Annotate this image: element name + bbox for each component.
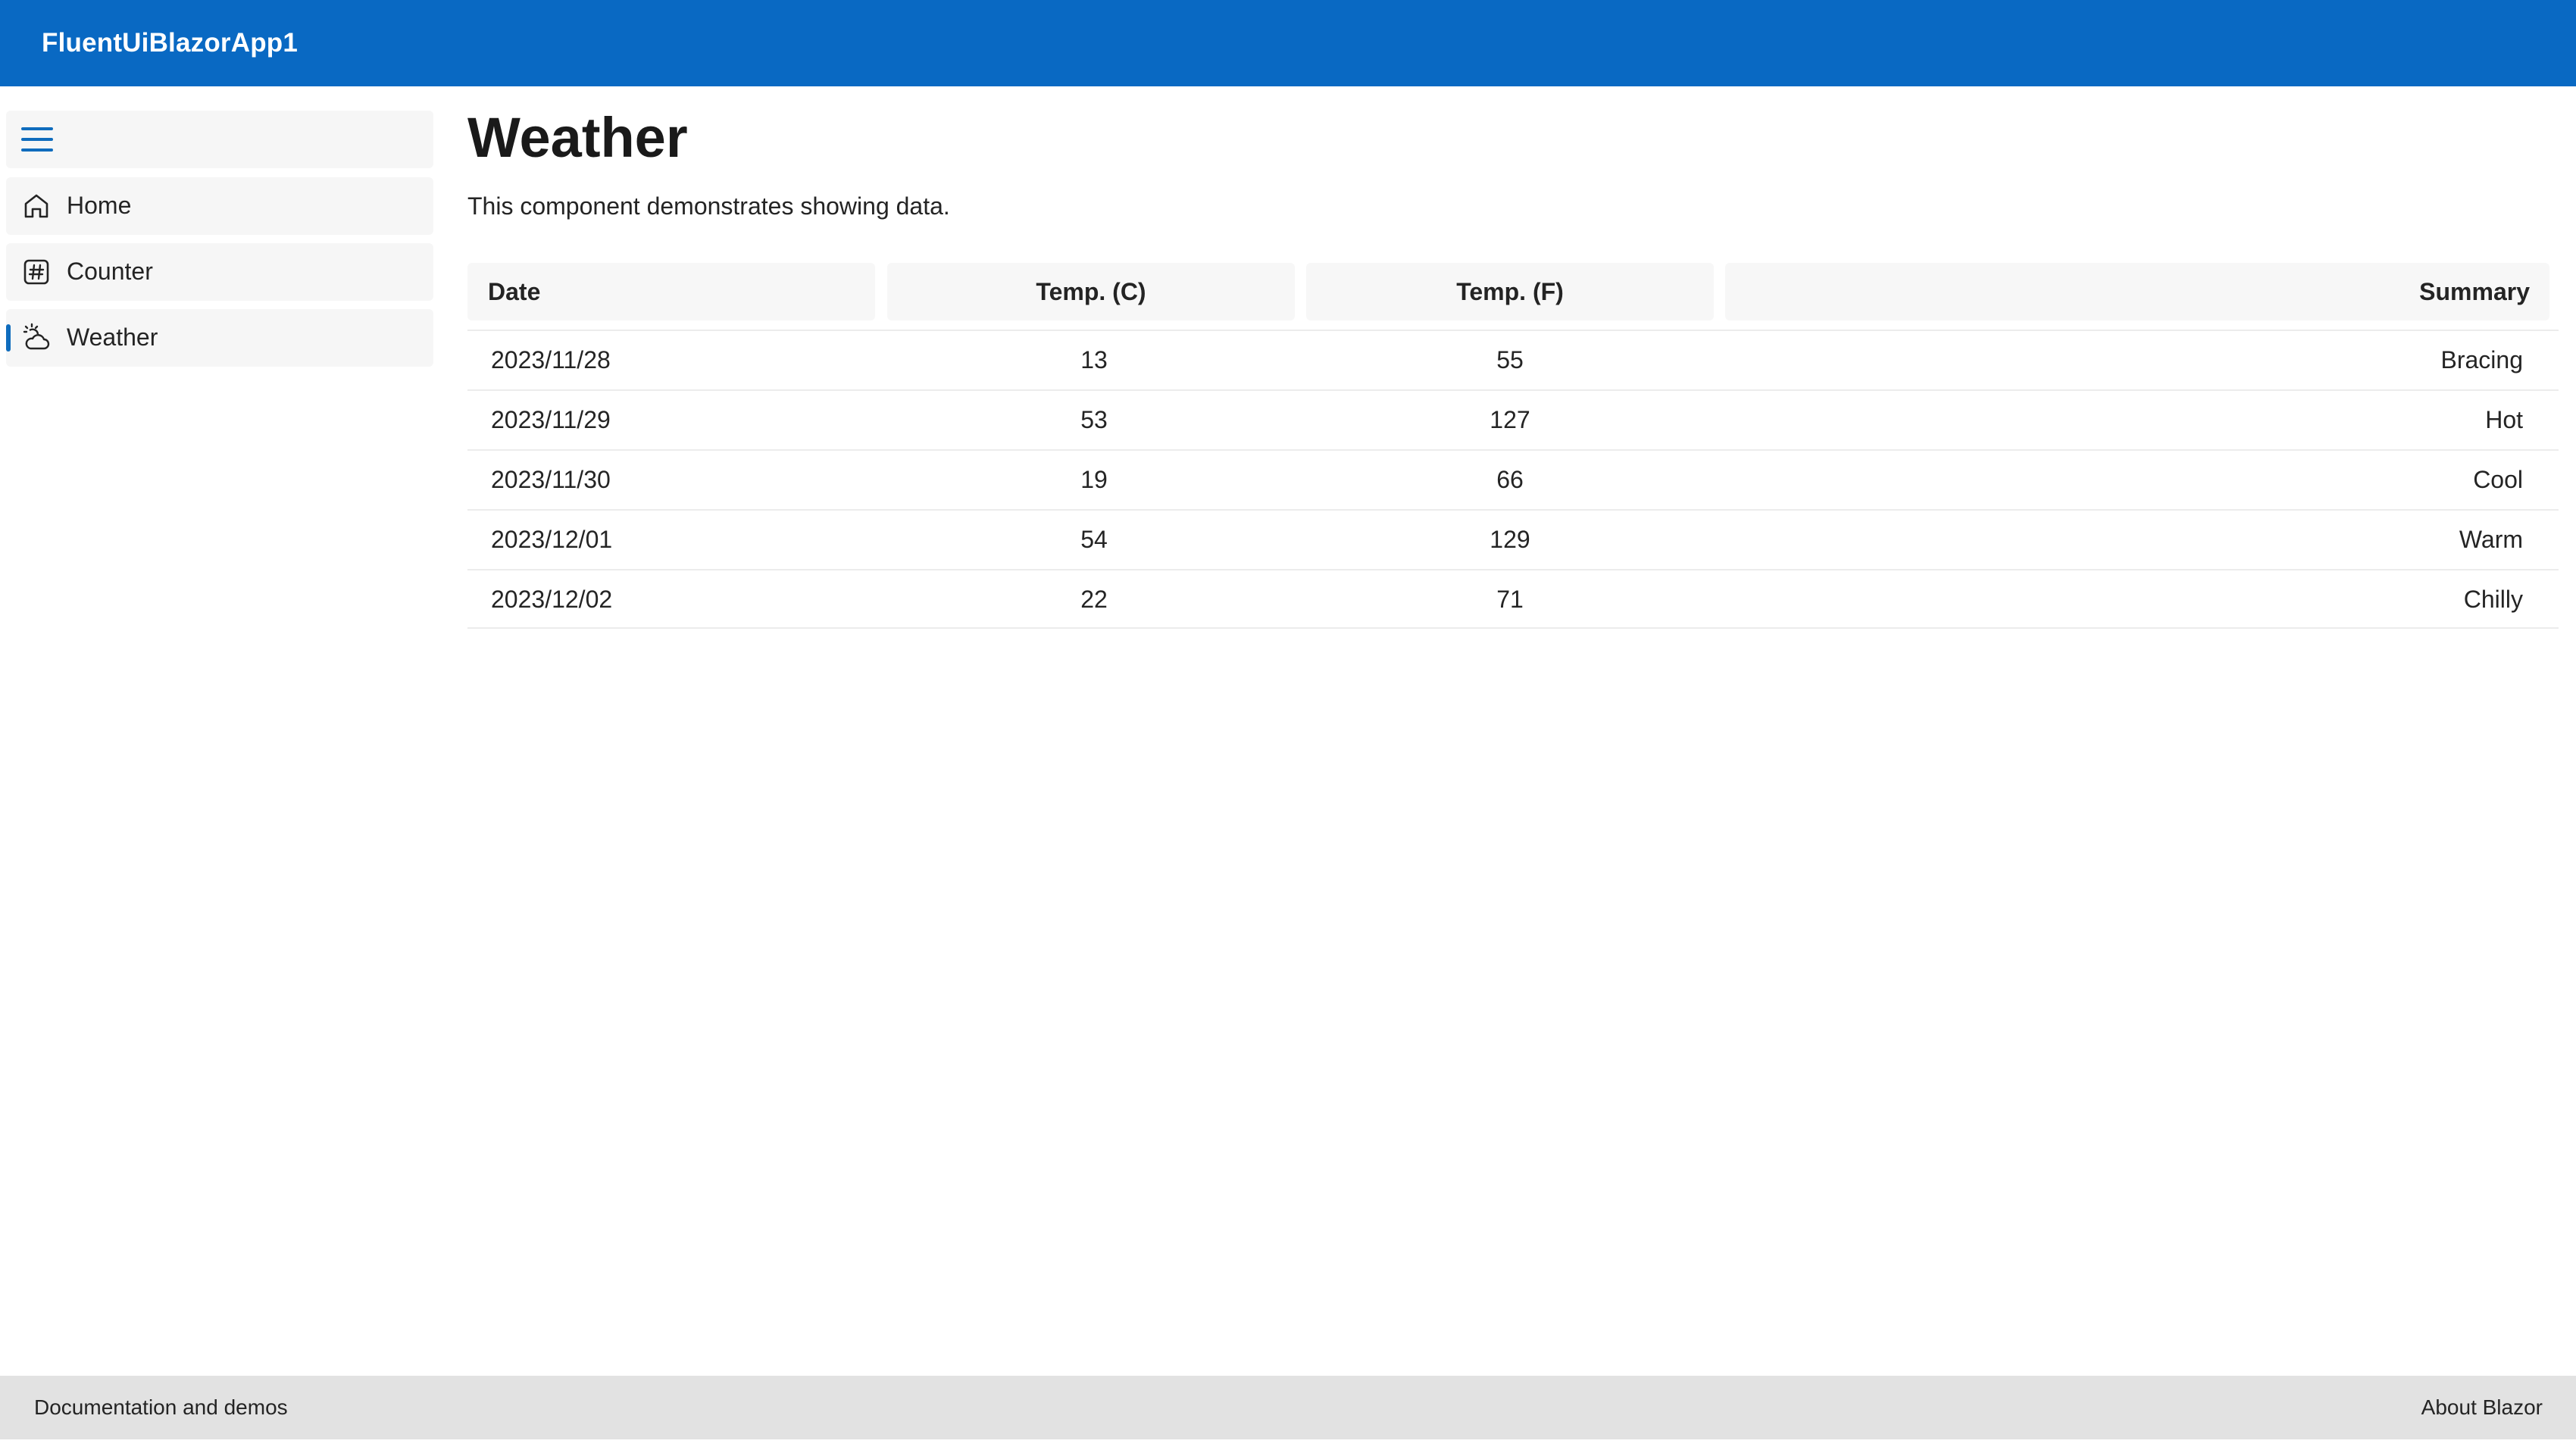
table-row: 2023/12/01 54 129 Warm (467, 509, 2559, 569)
top-header: FluentUiBlazorApp1 (0, 0, 2576, 86)
cell-date: 2023/12/02 (491, 586, 613, 613)
active-indicator (6, 324, 11, 352)
cell-temp-f: 127 (1490, 406, 1530, 433)
cell-temp-c: 22 (1080, 586, 1108, 613)
cell-temp-f: 129 (1490, 526, 1530, 553)
hamburger-menu-icon (21, 127, 53, 152)
table-row: 2023/11/29 53 127 Hot (467, 389, 2559, 449)
cell-temp-f: 55 (1496, 346, 1524, 373)
cell-temp-c: 54 (1080, 526, 1108, 553)
weather-partly-cloudy-icon (23, 323, 50, 350)
column-header-temp-c[interactable]: Temp. (C) (887, 263, 1295, 320)
sidebar-item-weather[interactable]: Weather (6, 309, 433, 367)
cell-temp-f: 66 (1496, 466, 1524, 493)
app-title-link[interactable]: FluentUiBlazorApp1 (42, 28, 298, 58)
cell-date: 2023/11/29 (491, 406, 611, 433)
column-header-date[interactable]: Date (467, 263, 875, 320)
documentation-link[interactable]: Documentation and demos (34, 1395, 288, 1420)
cell-date: 2023/11/28 (491, 346, 611, 373)
nav-toggle-button[interactable] (6, 111, 433, 168)
grid-header-row: Date Temp. (C) Temp. (F) Summary (467, 263, 2559, 330)
sidebar-item-label: Counter (67, 258, 153, 285)
sidebar-item-counter[interactable]: Counter (6, 243, 433, 301)
cell-summary: Hot (2485, 406, 2523, 433)
table-row: 2023/12/02 22 71 Chilly (467, 569, 2559, 629)
cell-date: 2023/11/30 (491, 466, 611, 493)
cell-date: 2023/12/01 (491, 526, 613, 553)
weather-data-grid: Date Temp. (C) Temp. (F) Summary 2023/11… (467, 263, 2559, 629)
app-root: FluentUiBlazorApp1 Home Counter Weather … (0, 0, 2576, 1450)
sidebar-item-label: Home (67, 192, 132, 219)
sidebar-item-label: Weather (67, 323, 158, 351)
table-row: 2023/11/30 19 66 Cool (467, 449, 2559, 509)
cell-summary: Cool (2473, 466, 2523, 493)
home-icon (24, 194, 48, 218)
cell-temp-c: 13 (1080, 346, 1108, 373)
page-footer: Documentation and demos About Blazor (0, 1376, 2576, 1439)
cell-summary: Chilly (2463, 586, 2523, 613)
number-symbol-icon (23, 259, 49, 285)
cell-temp-c: 53 (1080, 406, 1108, 433)
column-header-summary[interactable]: Summary (1725, 263, 2549, 320)
cell-summary: Warm (2459, 526, 2523, 553)
table-row: 2023/11/28 13 55 Bracing (467, 330, 2559, 389)
page-description: This component demonstrates showing data… (467, 192, 950, 220)
cell-temp-f: 71 (1496, 586, 1524, 613)
sidebar-item-home[interactable]: Home (6, 177, 433, 235)
sidebar-nav: Home Counter Weather (0, 86, 436, 1374)
page-title: Weather (467, 106, 688, 169)
cell-temp-c: 19 (1080, 466, 1108, 493)
about-blazor-link[interactable]: About Blazor (2421, 1395, 2543, 1420)
column-header-temp-f[interactable]: Temp. (F) (1306, 263, 1714, 320)
cell-summary: Bracing (2440, 346, 2524, 373)
